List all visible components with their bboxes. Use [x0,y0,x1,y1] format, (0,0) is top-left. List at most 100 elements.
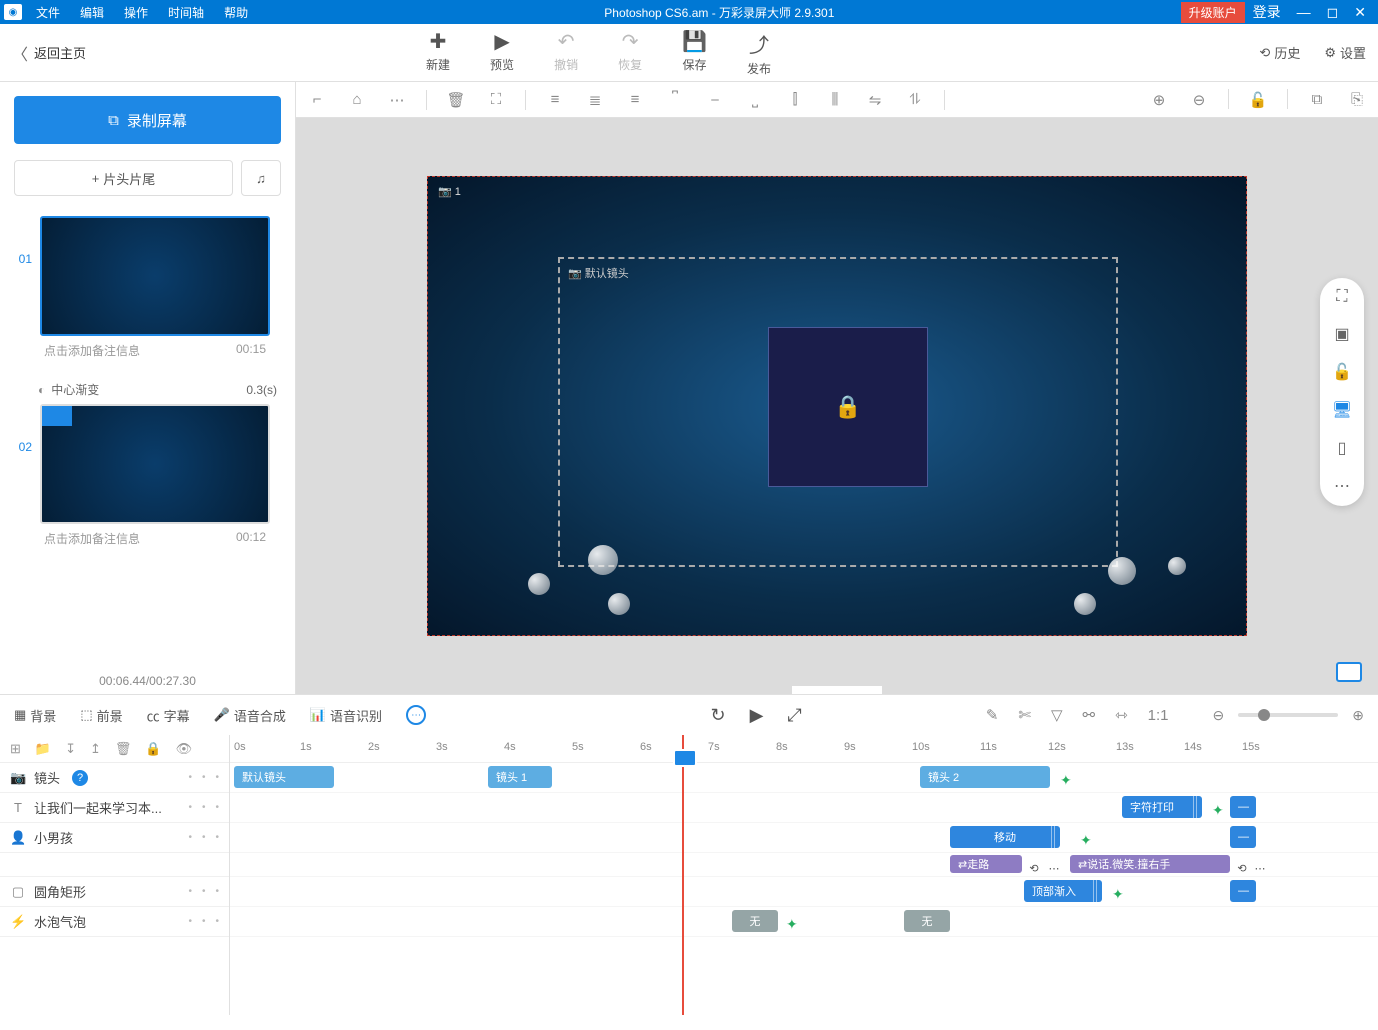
stage[interactable]: 📷 1 📷 默认镜头 🔒 [427,176,1247,636]
align-bottom-icon[interactable]: ⎵ [744,89,766,111]
canvas-viewport[interactable]: 📷 1 📷 默认镜头 🔒 ⛶ ▣ 🔓 🖥 ▯ [296,118,1378,694]
new-button[interactable]: ✚新建 [426,29,450,77]
titles-button[interactable]: +片头片尾 [14,160,233,196]
align-middle-icon[interactable]: ⎯ [704,89,726,111]
mobile-icon[interactable]: ▯ [1338,438,1347,458]
more-dots-icon[interactable]: ⋯ [1334,476,1350,496]
import-icon[interactable]: ↧ [65,741,76,757]
action-clip[interactable]: ⇄ 说话.微笑.撞右手 [1070,855,1230,873]
track-row[interactable]: ⇄ 走路 ⟲ ⋯ ⇄ 说话.微笑.撞右手 ⟲ ⋯ [230,853,1378,877]
copy-icon[interactable]: ⧉ [1306,89,1328,111]
edit-pencil-icon[interactable]: ✎ [986,706,999,724]
track-row[interactable]: 顶部渐入 ✦ — [230,877,1378,907]
publish-button[interactable]: ⤴发布 [747,29,771,77]
record-button[interactable]: ⧉ 录制屏幕 [14,96,281,144]
trash-icon[interactable]: 🗑 [445,89,467,111]
locked-element[interactable]: 🔒 [768,327,928,487]
fullscreen-icon[interactable]: ⛶ [1336,288,1347,306]
lock-track-icon[interactable]: 🔒 [145,741,161,757]
save-button[interactable]: 💾保存 [682,29,707,77]
lens-clip[interactable]: 默认镜头 [234,766,334,788]
redo-button[interactable]: ↷恢复 [618,29,642,77]
add-keyframe-icon[interactable]: ✦ [1080,832,1092,844]
expand-icon[interactable]: ⤢ [787,705,801,726]
add-keyframe-icon[interactable]: ✦ [1212,802,1224,814]
add-keyframe-icon[interactable]: ✦ [786,916,798,928]
paste-icon[interactable]: ⎘ [1346,89,1368,111]
effect-mini[interactable]: — [1230,880,1256,902]
history-button[interactable]: ⟲历史 [1259,43,1300,62]
clip-item[interactable]: 01 点击添加备注信息00:15 [14,216,281,365]
clip-note[interactable]: 点击添加备注信息 [44,530,140,547]
home-icon[interactable]: ⌂ [346,89,368,111]
undo-button[interactable]: ↶撤销 [554,29,578,77]
menu-edit[interactable]: 编辑 [70,4,114,21]
minimize-icon[interactable]: — [1289,4,1319,20]
align-top-icon[interactable]: ⎴ [664,89,686,111]
layers-icon[interactable]: ▣ [1334,324,1349,344]
tab-tts[interactable]: 🎤语音合成 [214,706,286,725]
menu-timeline[interactable]: 时间轴 [158,4,214,21]
music-button[interactable]: ♫ [241,160,281,196]
clip-thumbnail[interactable] [40,404,270,524]
preview-button[interactable]: ▶预览 [490,29,514,77]
track-header-rect[interactable]: ▢圆角矩形••• [0,877,229,907]
flip-v-icon[interactable]: ⥮ [904,89,926,111]
timeline-play-icon[interactable]: ▶ [750,705,764,726]
link-icon[interactable]: ⚯ [1083,706,1096,724]
zoom-out-icon[interactable]: ⊖ [1188,89,1210,111]
tab-background[interactable]: ▦背景 [14,706,56,725]
upgrade-button[interactable]: 升级账户 [1181,2,1245,23]
unlock2-icon[interactable]: 🔓 [1332,362,1352,382]
tl-zoomout-icon[interactable]: ⊖ [1213,707,1225,724]
clip-item[interactable]: 02 点击添加备注信息00:12 [14,404,281,553]
fit-width-icon[interactable]: ⇿ [1115,706,1128,724]
loop-icon[interactable]: ↻ [710,705,725,726]
menu-help[interactable]: 帮助 [214,4,258,21]
add-track-icon[interactable]: ⊞ [10,741,21,757]
track-header-boy-sub[interactable] [0,853,229,877]
track-row[interactable]: 无 ✦ 无 [230,907,1378,937]
distribute-v-icon[interactable]: ⫼ [824,89,846,111]
settings-button[interactable]: ⚙设置 [1324,43,1366,62]
effect-clip[interactable]: 字符打印 [1122,796,1202,818]
tab-foreground[interactable]: ⬚前景 [80,706,122,725]
align-right-icon[interactable]: ≡ [624,89,646,111]
menu-action[interactable]: 操作 [114,4,158,21]
clip-note[interactable]: 点击添加备注信息 [44,342,140,359]
zoom-in-icon[interactable]: ⊕ [1148,89,1170,111]
maximize-icon[interactable]: ◻ [1319,4,1347,21]
crop-icon[interactable]: ⛶ [485,89,507,111]
device-preview-icon[interactable] [1336,662,1362,682]
tl-zoomin-icon[interactable]: ⊕ [1352,707,1364,724]
login-button[interactable]: 登录 [1245,2,1289,22]
align-left-icon[interactable]: ≡ [544,89,566,111]
effect-clip[interactable]: 顶部渐入 [1024,880,1102,902]
playhead[interactable] [682,735,684,1015]
help-icon[interactable]: ? [72,770,88,786]
none-clip[interactable]: 无 [732,910,778,932]
more-icon[interactable]: ⋯ [386,89,408,111]
tab-subtitle[interactable]: ㏄字幕 [147,706,190,725]
export-icon[interactable]: ↥ [90,741,101,757]
effect-mini[interactable]: — [1230,826,1256,848]
track-header-bubble[interactable]: ⚡水泡气泡••• [0,907,229,937]
back-button[interactable]: 〈 返回主页 [12,41,86,65]
flip-h-icon[interactable]: ⇋ [864,89,886,111]
track-area[interactable]: 0s 1s 2s 3s 4s 5s 6s 7s 8s 9s 10s 11s 12… [230,735,1378,1015]
effect-clip[interactable]: 移动 [950,826,1060,848]
transition-row[interactable]: ◐中心渐变 0.3(s) [14,375,281,404]
track-row[interactable]: 字符打印 ✦ — [230,793,1378,823]
collapse-toggle[interactable]: ⌄ [792,686,882,694]
track-row[interactable]: 默认镜头 镜头 1 镜头 2 ✦ [230,763,1378,793]
ratio-icon[interactable]: 1:1 [1148,707,1169,724]
tab-asr[interactable]: 📊语音识别 [310,706,382,725]
time-ruler[interactable]: 0s 1s 2s 3s 4s 5s 6s 7s 8s 9s 10s 11s 12… [230,735,1378,763]
add-keyframe-icon[interactable]: ✦ [1112,886,1124,898]
distribute-h-icon[interactable]: ⫿ [784,89,806,111]
track-header-boy[interactable]: 👤小男孩••• [0,823,229,853]
eye-icon[interactable]: 👁 [176,741,193,757]
unlock-icon[interactable]: 🔓 [1247,89,1269,111]
clip-thumbnail[interactable] [40,216,270,336]
track-row[interactable]: 移动 ✦ — [230,823,1378,853]
